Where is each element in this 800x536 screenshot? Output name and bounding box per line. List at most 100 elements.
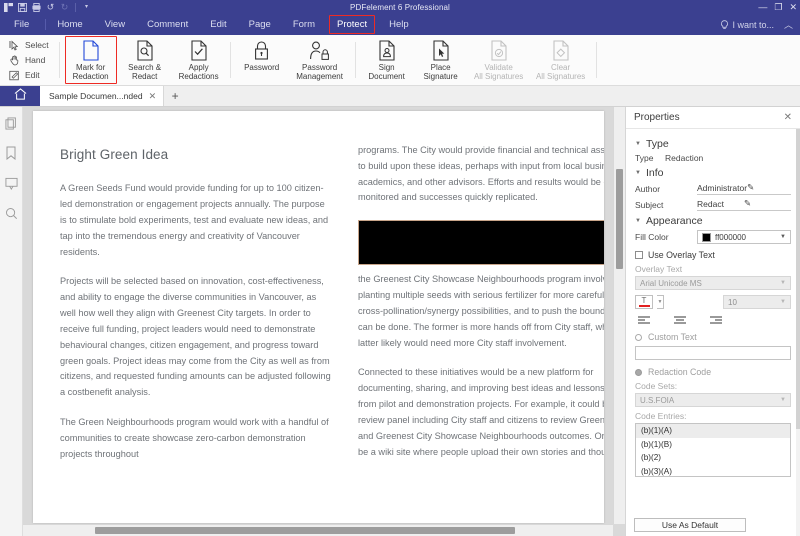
save-icon[interactable]	[17, 2, 28, 13]
home-button[interactable]	[0, 86, 40, 106]
code-sets-combobox[interactable]: U.S.FOIA ▼	[635, 393, 791, 407]
document-vertical-scrollbar[interactable]	[613, 107, 625, 524]
select-tool-label: Select	[25, 40, 49, 50]
tab-view[interactable]: View	[94, 14, 136, 35]
thumbnails-panel-icon[interactable]	[4, 116, 18, 130]
search-and-redact-label: Search & Redact	[128, 63, 161, 82]
close-icon[interactable]: ✕	[784, 112, 792, 123]
select-tool[interactable]: Select	[8, 39, 49, 52]
use-overlay-text-checkbox[interactable]	[635, 251, 643, 259]
custom-text-row[interactable]: Custom Text	[635, 332, 791, 342]
properties-scroll-thumb[interactable]	[796, 129, 800, 429]
signature-group: Sign Document Place Signature Validate A…	[360, 35, 592, 85]
undo-icon[interactable]: ↺	[45, 2, 56, 13]
text-color-icon[interactable]: T	[635, 295, 653, 309]
password-management-button[interactable]: Password Management	[289, 35, 351, 85]
close-button[interactable]: ✕	[789, 3, 797, 12]
clear-all-signatures-label: Clear All Signatures	[536, 63, 585, 82]
document-horizontal-scrollbar[interactable]	[23, 524, 613, 536]
cursor-arrow-icon	[8, 39, 20, 51]
edit-tool[interactable]: Edit	[8, 69, 49, 82]
font-style-row: T ▼ 10 ▼	[635, 295, 791, 309]
text-color-glyph: T	[642, 297, 647, 305]
search-panel-icon[interactable]	[4, 206, 18, 220]
close-tab-icon[interactable]: ✕	[149, 91, 157, 102]
redaction-mark[interactable]	[358, 220, 604, 265]
align-left-icon[interactable]	[638, 315, 650, 325]
list-item[interactable]: (b)(1)(B)	[636, 438, 790, 452]
edit-pencil-icon[interactable]: ✎	[744, 198, 791, 209]
tab-comment[interactable]: Comment	[136, 14, 199, 35]
author-field[interactable]: Administrator ✎	[697, 182, 791, 195]
text-color-dropdown-icon[interactable]: ▼	[657, 295, 664, 309]
section-info-header[interactable]: ▼ Info	[635, 167, 791, 179]
redaction-code-row[interactable]: Redaction Code	[635, 367, 791, 377]
place-signature-button[interactable]: Place Signature	[414, 35, 468, 85]
tab-form[interactable]: Form	[282, 14, 326, 35]
document-tab-label: Sample Documen...nded	[49, 91, 143, 101]
font-size-combobox[interactable]: 10 ▼	[723, 295, 791, 309]
overlay-font-value: Arial Unicode MS	[640, 279, 776, 288]
fill-color-combobox[interactable]: ff000000 ▼	[697, 230, 791, 244]
custom-text-input[interactable]	[635, 346, 791, 360]
vertical-scroll-thumb[interactable]	[616, 169, 623, 269]
tab-home[interactable]: Home	[46, 14, 93, 35]
align-right-icon[interactable]	[710, 315, 722, 325]
customize-qat-icon[interactable]: ▾	[81, 2, 92, 13]
edit-pencil-icon[interactable]: ✎	[747, 182, 791, 193]
document-viewport[interactable]: Bright Green Idea A Green Seeds Fund wou…	[23, 107, 625, 536]
redaction-code-label: Redaction Code	[648, 367, 711, 377]
code-entries-listbox[interactable]: (b)(1)(A) (b)(1)(B) (b)(2) (b)(3)(A) (b)…	[635, 423, 791, 477]
pdf-page[interactable]: Bright Green Idea A Green Seeds Fund wou…	[33, 111, 604, 523]
collapse-ribbon-icon[interactable]: ︿	[784, 14, 793, 35]
author-row: Author Administrator ✎	[635, 182, 791, 195]
use-overlay-text-row[interactable]: Use Overlay Text	[635, 250, 791, 260]
overlay-font-combobox[interactable]: Arial Unicode MS ▼	[635, 276, 791, 290]
search-and-redact-button[interactable]: Search & Redact	[118, 35, 172, 85]
list-item[interactable]: (b)(2)	[636, 451, 790, 465]
validate-signatures-icon	[488, 39, 510, 61]
new-tab-button[interactable]: +	[164, 86, 186, 106]
section-appearance-header[interactable]: ▼ Appearance	[635, 215, 791, 227]
print-icon[interactable]	[31, 2, 42, 13]
clear-all-signatures-button[interactable]: Clear All Signatures	[530, 35, 592, 85]
horizontal-scroll-thumb[interactable]	[95, 527, 515, 534]
list-item[interactable]: (b)(1)(A)	[636, 424, 790, 438]
tab-protect[interactable]: Protect	[326, 14, 378, 35]
use-overlay-text-label: Use Overlay Text	[648, 250, 715, 260]
section-appearance-label: Appearance	[646, 215, 703, 227]
mark-for-redaction-button[interactable]: Mark for Redaction	[64, 35, 118, 85]
mark-for-redaction-icon	[80, 39, 102, 61]
document-tab[interactable]: Sample Documen...nded ✕	[40, 86, 164, 106]
section-type-header[interactable]: ▼ Type	[635, 138, 791, 150]
tab-file[interactable]: File	[0, 14, 45, 35]
custom-text-radio[interactable]	[635, 334, 642, 341]
paragraph: The Green Neighbourhoods program would w…	[60, 415, 332, 462]
properties-title: Properties	[634, 112, 784, 123]
minimize-button[interactable]: —	[758, 3, 767, 12]
use-as-default-button[interactable]: Use As Default	[634, 518, 746, 532]
sign-document-button[interactable]: Sign Document	[360, 35, 414, 85]
tab-help[interactable]: Help	[378, 14, 420, 35]
tab-page[interactable]: Page	[238, 14, 282, 35]
validate-all-signatures-label: Validate All Signatures	[474, 63, 523, 82]
maximize-button[interactable]: ❐	[774, 3, 782, 12]
validate-all-signatures-button[interactable]: Validate All Signatures	[468, 35, 530, 85]
apply-redactions-button[interactable]: Apply Redactions	[172, 35, 226, 85]
search-redact-icon	[134, 39, 156, 61]
hand-tool[interactable]: Hand	[8, 54, 49, 67]
subject-field[interactable]: Redact ✎	[697, 198, 791, 211]
password-button[interactable]: Password	[235, 35, 289, 85]
bookmarks-panel-icon[interactable]	[4, 146, 18, 160]
list-item[interactable]: (b)(3)(A)	[636, 465, 790, 477]
document-tab-strip: Sample Documen...nded ✕ +	[0, 86, 800, 107]
redo-icon[interactable]: ↻	[59, 2, 70, 13]
properties-scrollbar[interactable]	[796, 129, 800, 536]
document-heading: Bright Green Idea	[60, 143, 332, 166]
comments-panel-icon[interactable]	[4, 176, 18, 190]
hand-icon	[8, 54, 20, 66]
tab-edit[interactable]: Edit	[199, 14, 237, 35]
align-center-icon[interactable]	[674, 315, 686, 325]
redaction-code-radio[interactable]	[635, 369, 642, 376]
i-want-to-button[interactable]: I want to...	[720, 14, 774, 35]
